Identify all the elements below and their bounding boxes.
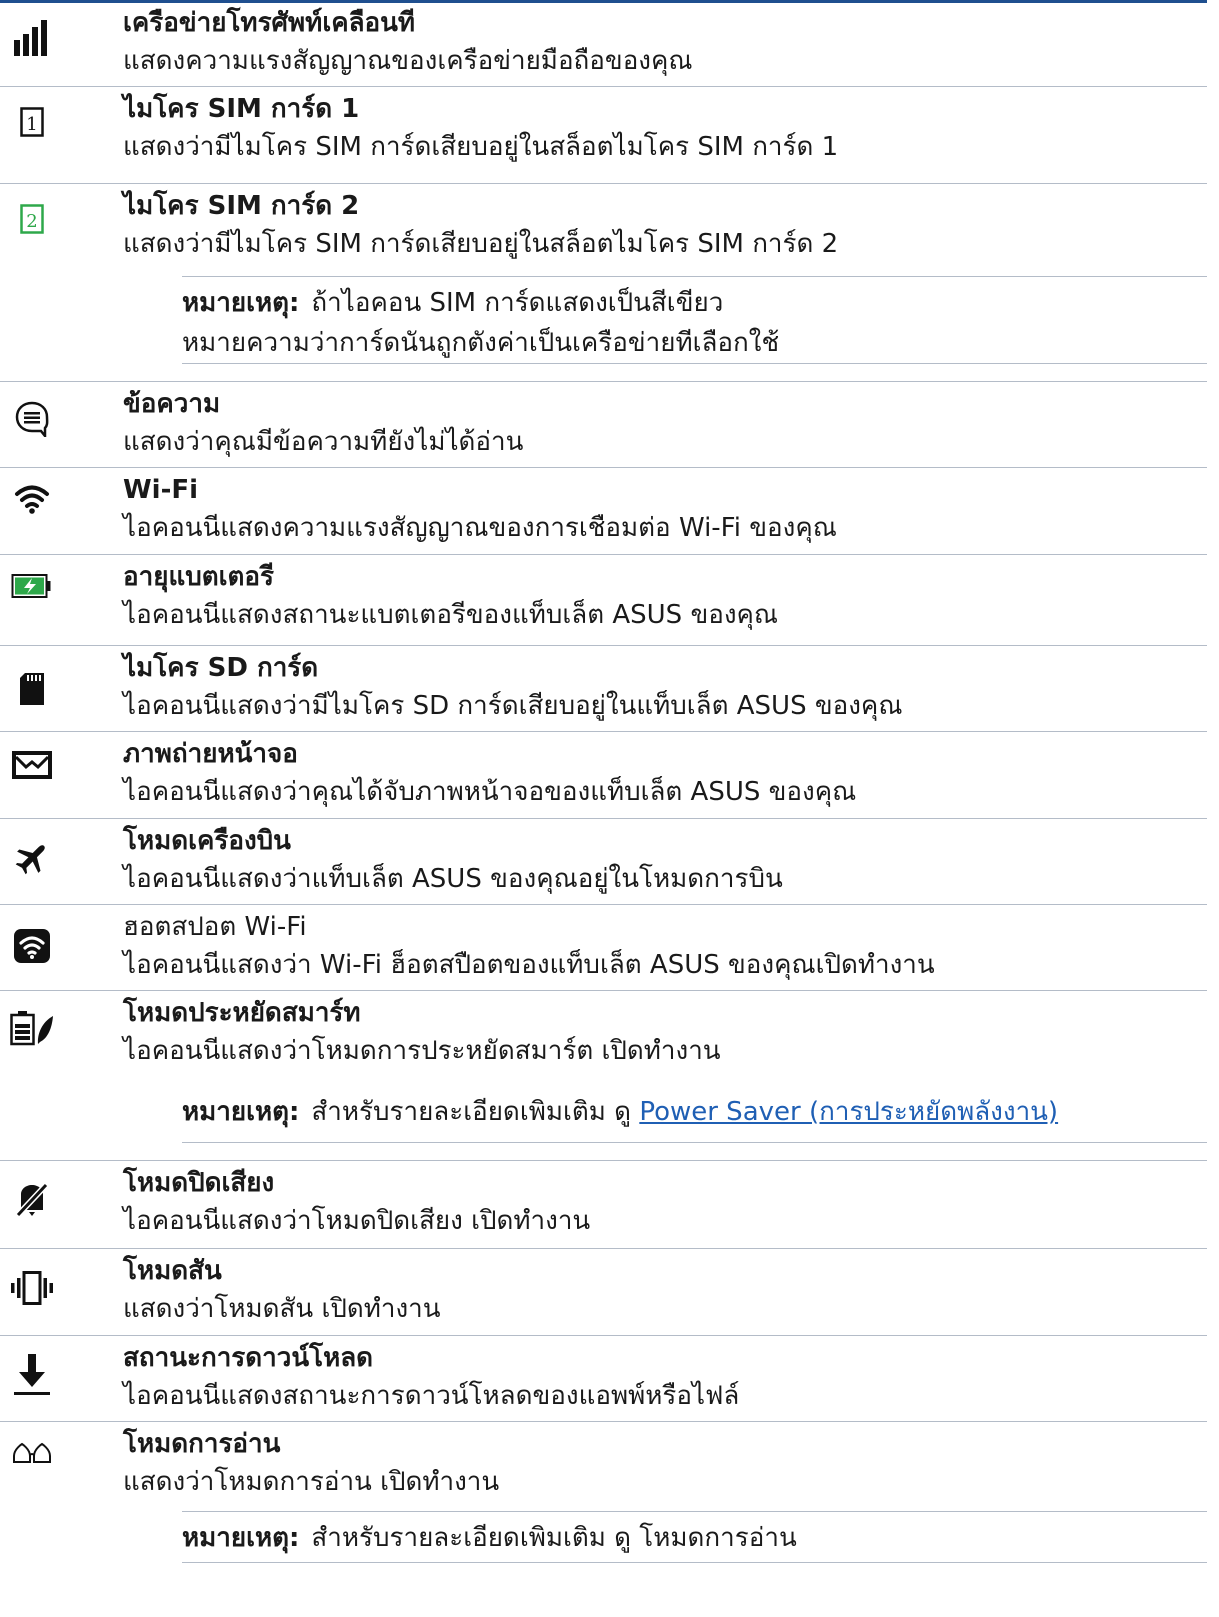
separator [0,645,1207,646]
note-text: สำหรับรายละเอียดเพิมเติม ดู โหมดการอ่าน [311,1523,797,1553]
message-icon [10,397,54,441]
entry-title: โหมดเครืองบิน [123,826,291,856]
entry-description: ไอคอนนีแสดงว่ามีไมโคร SD การ์ดเสียบอยู่ใ… [123,691,903,721]
top-rule [0,0,1207,3]
entry-description: แสดงความแรงสัญญาณของเครือข่ายมือถือของคุ… [123,46,693,76]
entry-title: โหมดปิดเสียง [123,1168,275,1198]
wifi-hotspot-icon [10,924,54,968]
wifi-icon [10,477,54,521]
entry-title: สถานะการดาวน์โหลด [123,1343,374,1373]
note-label: หมายเหตุ: [182,1523,300,1553]
separator [0,86,1207,87]
separator [0,1335,1207,1336]
signal-bars-icon [10,16,54,60]
separator [0,554,1207,555]
entry-title: อายุแบตเตอรี [123,562,274,592]
entry-title: ไมโคร SIM การ์ด 2 [123,191,360,221]
separator [0,183,1207,184]
note-separator [182,1142,1207,1143]
separator [0,904,1207,905]
note-separator [182,276,1207,277]
entry-description: ไอคอนนีแสดงว่า Wi-Fi ฮ็อตสปือตของแท็บเล็… [123,950,935,980]
entry-title: เครือข่ายโทรศัพท์เคลือนที [123,8,416,38]
entry-title: ภาพถ่ายหน้าจอ [123,739,298,769]
separator [0,381,1207,382]
entry-title: โหมดการอ่าน [123,1429,281,1459]
power-saver-link[interactable]: Power Saver (การประหยัดพลังงาน) [639,1097,1058,1127]
note-separator [182,1511,1207,1512]
separator [0,731,1207,732]
note-label: หมายเหตุ: [182,1097,300,1127]
svg-text:2: 2 [26,211,37,232]
battery-charging-icon [10,564,54,608]
entry-title: ฮอตสปอต Wi-Fi [123,912,307,942]
note-sim-green: หมายเหตุ: ถ้าไอคอน SIM การ์ดแสดงเป็นสีเขี… [182,283,779,363]
entry-title: ไมโคร SIM การ์ด 1 [123,94,360,124]
airplane-icon [10,836,54,880]
note-text: สำหรับรายละเอียดเพิมเติม ดู [311,1097,632,1127]
note-separator [182,1562,1207,1563]
sim-card-2-icon: 2 [10,197,54,241]
note-text: ถ้าไอคอน SIM การ์ดแสดงเป็นสีเขียว [311,288,724,318]
entry-description: ไอคอนนีแสดงว่าคุณได้จับภาพหน้าจอของแท็บเ… [123,777,857,807]
screenshot-icon [10,743,54,787]
entry-description: ไอคอนนีแสดงสถานะแบตเตอรีของแท็บเล็ต ASUS… [123,600,779,630]
note-label: หมายเหตุ: [182,288,300,318]
entry-description: ไอคอนนีแสดงว่าโหมดปิดเสียง เปิดทำงาน [123,1206,591,1236]
mute-icon [10,1178,54,1222]
note-separator [182,363,1207,364]
sim-card-1-icon: 1 [10,100,54,144]
sd-card-icon [10,667,54,711]
entry-title: โหมดประหยัดสมาร์ท [123,998,361,1028]
entry-description: ไอคอนนีแสดงสถานะการดาวน์โหลดของแอพพ์หรือ… [123,1381,740,1411]
svg-text:1: 1 [26,114,37,135]
separator [0,467,1207,468]
entry-description: ไอคอนนีแสดงว่าโหมดการประหยัดสมาร์ต เปิดท… [123,1036,721,1066]
separator [0,1160,1207,1161]
entry-description: แสดงว่าโหมดสัน เปิดทำงาน [123,1294,441,1324]
vibrate-icon [10,1266,54,1310]
entry-description: แสดงว่าคุณมีข้อความทียังไม่ได้อ่าน [123,427,524,457]
entry-description: ไอคอนนีแสดงความแรงสัญญาณของการเชือมต่อ W… [123,513,837,543]
separator [0,818,1207,819]
smart-saving-icon [10,1006,54,1050]
separator [0,1248,1207,1249]
entry-title: โหมดสัน [123,1256,222,1286]
entry-description: แสดงว่ามีไมโคร SIM การ์ดเสียบอยู่ในสล็อต… [123,229,839,259]
download-icon [10,1353,54,1397]
entry-description: ไอคอนนีแสดงว่าแท็บเล็ต ASUS ของคุณอยู่ใน… [123,864,783,894]
entry-title: Wi-Fi [123,475,199,505]
entry-description: แสดงว่าโหมดการอ่าน เปิดทำงาน [123,1467,500,1497]
entry-description: แสดงว่ามีไมโคร SIM การ์ดเสียบอยู่ในสล็อต… [123,132,839,162]
separator [0,1421,1207,1422]
note-text: หมายความว่าการ์ดนันถูกตังค่าเป็นเครือข่า… [182,328,780,358]
note-reading-mode: หมายเหตุ: สำหรับรายละเอียดเพิมเติม ดู โหม… [182,1518,797,1558]
reading-glasses-icon [10,1431,54,1475]
note-power-saver: หมายเหตุ: สำหรับรายละเอียดเพิมเติม ดู Pow… [182,1092,1058,1132]
entry-title: ข้อความ [123,389,221,419]
entry-title: ไมโคร SD การ์ด [123,653,319,683]
separator [0,990,1207,991]
